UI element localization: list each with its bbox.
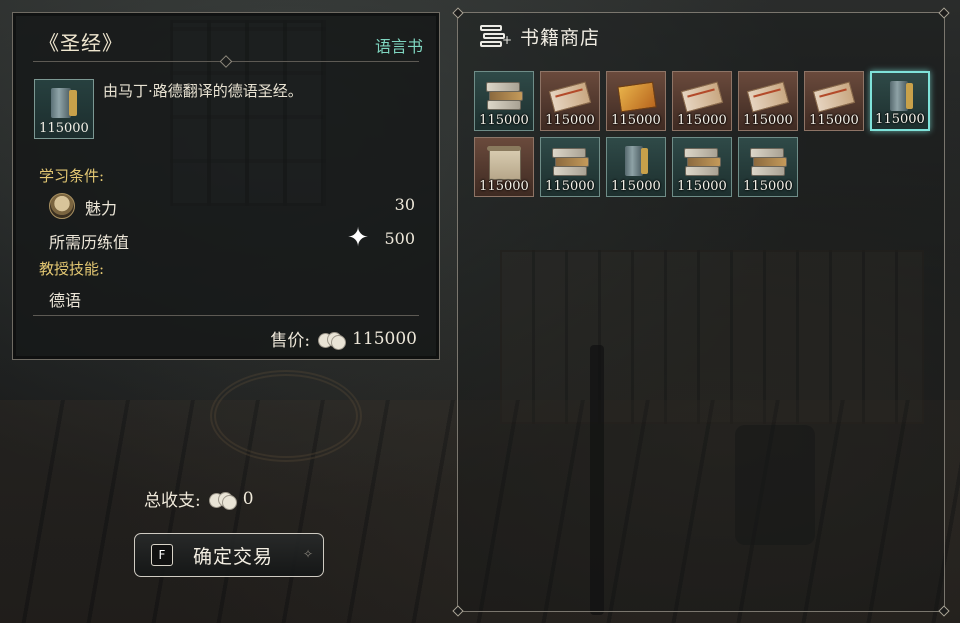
total-value: 0 — [242, 488, 254, 509]
shop-item-price: 115000 — [611, 113, 661, 128]
shop-item-price: 115000 — [479, 179, 529, 194]
book-scroll-icon — [680, 78, 724, 113]
requirements-heading: 学习条件: — [39, 167, 105, 185]
charm-value: 30 — [394, 195, 415, 214]
shop-item-slot[interactable]: 115000 — [606, 71, 666, 131]
divider — [33, 315, 419, 316]
item-info-panel: 《圣经》 语言书 115000 由马丁·路德翻译的德语圣经。 学习条件: 魅力 … — [12, 12, 440, 360]
book-stack-icon — [749, 144, 787, 178]
book-bible-icon — [617, 144, 655, 178]
experience-value: 500 — [384, 229, 415, 248]
item-category: 语言书 — [374, 37, 423, 56]
key-f-icon: F — [151, 544, 173, 566]
shop-item-price: 115000 — [743, 179, 793, 194]
divider — [33, 55, 419, 68]
charm-icon — [49, 193, 75, 219]
shop-item-price: 115000 — [611, 179, 661, 194]
shop-item-slot[interactable]: 115000 — [540, 71, 600, 131]
item-description: 由马丁·路德翻译的德语圣经。 — [103, 82, 303, 100]
price-value: 115000 — [352, 328, 417, 349]
book-scroll-icon — [812, 78, 856, 113]
shop-item-price: 115000 — [809, 113, 859, 128]
shop-item-slot[interactable]: 115000 — [870, 71, 930, 131]
shop-item-slot[interactable]: 115000 — [738, 71, 798, 131]
bible-book-icon — [47, 86, 81, 120]
skill-heading: 教授技能: — [39, 260, 105, 278]
shop-item-slot[interactable]: 115000 — [738, 137, 798, 197]
book-stack-icon — [683, 144, 721, 178]
books-icon: + — [480, 24, 512, 49]
experience-label: 所需历练值 — [49, 233, 130, 252]
shop-item-slot[interactable]: 115000 — [474, 71, 534, 131]
sell-price: 售价: 115000 — [270, 326, 417, 352]
background-rope — [210, 370, 362, 462]
total-label: 总收支: — [144, 491, 201, 511]
book-parch-icon — [485, 144, 523, 180]
shop-item-slot[interactable]: 115000 — [672, 71, 732, 131]
price-label: 售价: — [270, 331, 311, 351]
shop-item-slot[interactable]: 115000 — [672, 137, 732, 197]
skill-value: 德语 — [49, 291, 82, 310]
shop-item-price: 115000 — [677, 113, 727, 128]
book-scroll-icon — [746, 78, 790, 113]
book-shop-panel: + 书籍商店 115000 115000 115000 115000 115000 115… — [452, 7, 950, 617]
shop-item-slot[interactable]: 115000 — [474, 137, 534, 197]
shop-item-price: 115000 — [545, 113, 595, 128]
item-title: 《圣经》 — [39, 31, 123, 55]
shop-item-price: 115000 — [875, 112, 925, 127]
shop-item-slot[interactable]: 115000 — [606, 137, 666, 197]
confirm-trade-label: 确定交易 — [193, 545, 274, 568]
shop-item-price: 115000 — [545, 179, 595, 194]
shop-header: + 书籍商店 — [480, 23, 600, 50]
total-balance: 总收支: 0 — [144, 486, 254, 512]
book-bible-icon — [882, 79, 920, 113]
book-stack-icon — [485, 78, 523, 112]
shop-item-price: 115000 — [479, 113, 529, 128]
shop-title: 书籍商店 — [520, 27, 601, 49]
charm-label: 魅力 — [85, 199, 118, 218]
book-stack-icon — [551, 144, 589, 178]
shop-item-slot[interactable]: 115000 — [804, 71, 864, 131]
star-icon: ✦ — [347, 223, 369, 253]
shop-item-price: 115000 — [743, 113, 793, 128]
book-scroll-icon — [548, 78, 592, 113]
coin-icon — [206, 490, 237, 510]
sparkle-icon: ✧ — [302, 547, 313, 561]
confirm-trade-button[interactable]: F 确定交易 ✧ — [134, 533, 324, 577]
item-thumbnail: 115000 — [34, 79, 94, 139]
book-map-icon — [617, 78, 657, 113]
item-thumbnail-price: 115000 — [39, 121, 89, 136]
shop-item-price: 115000 — [677, 179, 727, 194]
coin-icon — [315, 330, 347, 350]
shop-item-slot[interactable]: 115000 — [540, 137, 600, 197]
